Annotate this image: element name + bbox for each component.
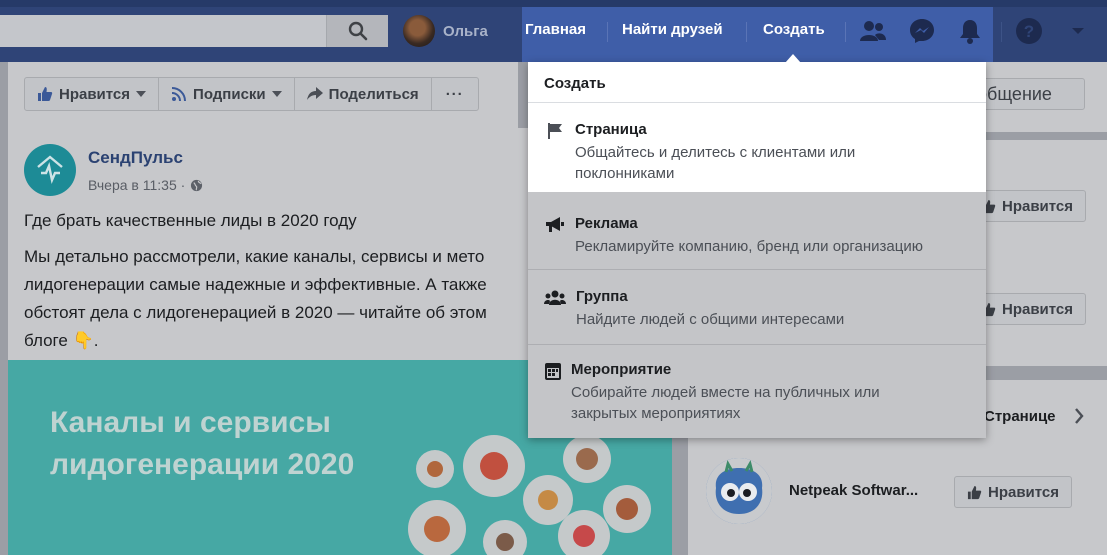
nav-separator xyxy=(746,22,747,42)
like-netpeak-button[interactable]: Нравится xyxy=(954,476,1073,508)
chevron-down-icon xyxy=(271,91,282,97)
menu-item-title: Мероприятие xyxy=(571,361,672,378)
post-body-line: блоге 👇. xyxy=(24,331,99,350)
dropdown-divider xyxy=(528,344,986,345)
thumbs-up-icon xyxy=(967,485,982,499)
dropdown-header: Создать xyxy=(544,75,606,92)
more-options-button[interactable]: ··· xyxy=(432,78,478,110)
menu-item-title: Реклама xyxy=(575,215,638,232)
menu-item-title: Группа xyxy=(576,288,628,305)
menu-item-description: Рекламируйте компанию, бренд или организ… xyxy=(575,238,923,255)
account-menu-chevron-icon[interactable] xyxy=(1063,16,1093,46)
menu-item-event[interactable]: Мероприятие Собирайте людей вместе на пу… xyxy=(528,360,986,424)
liked-pages-heading: Странице xyxy=(984,408,1056,425)
dropdown-pointer xyxy=(785,54,801,63)
post-body-line: обстоят дела с лидогенерацией в 2020 — ч… xyxy=(24,303,487,322)
menu-item-page[interactable]: Страница Общайтесь и делитесь с клиентам… xyxy=(528,120,986,192)
netpeak-page-avatar[interactable] xyxy=(706,458,772,524)
person-bubble-icon xyxy=(483,520,527,555)
menu-item-ads[interactable]: Реклама Рекламируйте компанию, бренд или… xyxy=(528,214,986,270)
chevron-right-icon[interactable] xyxy=(1074,408,1084,424)
more-options-label: ··· xyxy=(445,85,464,103)
post-image-title-line: лидогенерации 2020 xyxy=(50,448,355,481)
like-button-label: Нравится xyxy=(59,85,131,103)
menu-item-description: Найдите людей с общими интересами xyxy=(576,311,845,328)
post-body: Мы детально рассмотрели, какие каналы, с… xyxy=(24,243,534,355)
nav-separator xyxy=(1001,22,1002,42)
person-bubble-icon xyxy=(408,500,466,555)
sendpulse-logo-icon xyxy=(37,155,63,184)
group-icon xyxy=(544,287,566,309)
page-actions-group: Нравится Подписки Поделиться ··· xyxy=(24,77,479,111)
menu-item-description: Собирайте людей вместе на публичных или … xyxy=(571,384,880,422)
friend-requests-icon[interactable] xyxy=(858,16,888,46)
dropdown-divider xyxy=(528,269,986,270)
avatar xyxy=(403,15,435,47)
search-input[interactable] xyxy=(0,15,388,47)
notifications-bell-icon[interactable] xyxy=(955,16,985,46)
chevron-down-icon xyxy=(136,91,147,97)
like-page-button[interactable]: Нравится xyxy=(25,78,160,110)
menu-item-description: Общайтесь и делитесь с клиентами или пок… xyxy=(575,144,856,182)
post-author-name[interactable]: СендПульс xyxy=(88,148,183,168)
profile-name: Ольга xyxy=(443,22,488,40)
like-button-label: Нравится xyxy=(1002,300,1074,318)
follow-button-label: Подписки xyxy=(193,85,266,103)
person-bubble-icon xyxy=(416,450,454,488)
search-icon xyxy=(348,21,367,41)
post-image-title: Каналы и сервисы лидогенерации 2020 xyxy=(50,402,354,486)
post-image-title-line: Каналы и сервисы xyxy=(50,406,331,439)
thumbs-up-icon xyxy=(38,87,53,101)
share-button-label: Поделиться xyxy=(328,85,419,103)
author-avatar[interactable] xyxy=(24,144,76,196)
menu-item-group[interactable]: Группа Найдите людей с общими интересами xyxy=(528,287,986,343)
person-bubble-icon xyxy=(463,435,525,497)
post-time-text: Вчера в 11:35 · xyxy=(88,177,186,193)
person-bubble-icon xyxy=(563,435,611,483)
owl-logo-icon xyxy=(706,458,772,524)
like-button-label: Нравится xyxy=(1002,197,1074,215)
top-stripe xyxy=(0,0,1107,7)
help-icon[interactable]: ? xyxy=(1014,16,1044,46)
dropdown-divider xyxy=(528,102,986,103)
nav-separator xyxy=(845,22,846,42)
page-action-bar: Нравится Подписки Поделиться ··· xyxy=(8,62,518,132)
person-bubble-icon xyxy=(558,510,610,555)
post-body-line: лидогенерации самые надежные и эффективн… xyxy=(24,275,487,294)
nav-home-link[interactable]: Главная xyxy=(525,21,586,38)
person-bubble-icon xyxy=(603,485,651,533)
nav-separator xyxy=(607,22,608,42)
nav-find-friends-link[interactable]: Найти друзей xyxy=(622,21,723,38)
post-headline: Где брать качественные лиды в 2020 году xyxy=(24,211,357,230)
post-timestamp[interactable]: Вчера в 11:35 · xyxy=(88,177,203,193)
calendar-icon xyxy=(542,360,564,382)
follow-button[interactable]: Подписки xyxy=(159,78,295,110)
profile-link[interactable]: Ольга xyxy=(403,15,488,47)
like-button-label: Нравится xyxy=(988,483,1060,501)
messenger-icon[interactable] xyxy=(907,16,937,46)
post-body-line: Мы детально рассмотрели, какие каналы, с… xyxy=(24,247,485,266)
menu-item-title: Страница xyxy=(575,121,647,138)
share-button[interactable]: Поделиться xyxy=(295,78,432,110)
globe-icon xyxy=(191,179,203,191)
share-arrow-icon xyxy=(306,87,323,100)
netpeak-page-name[interactable]: Netpeak Softwar... xyxy=(789,482,918,499)
send-message-label: общение xyxy=(977,83,1052,104)
rss-icon xyxy=(171,87,187,102)
search-button[interactable] xyxy=(326,15,388,47)
megaphone-icon xyxy=(544,214,566,236)
flag-icon xyxy=(544,120,566,142)
top-navigation-bar: Ольга Главная Найти друзей Создать ? xyxy=(0,0,1107,62)
svg-text:?: ? xyxy=(1024,22,1034,41)
nav-create-link[interactable]: Создать xyxy=(763,21,825,38)
create-dropdown-menu: Создать Страница Общайтесь и делитесь с … xyxy=(528,62,986,438)
